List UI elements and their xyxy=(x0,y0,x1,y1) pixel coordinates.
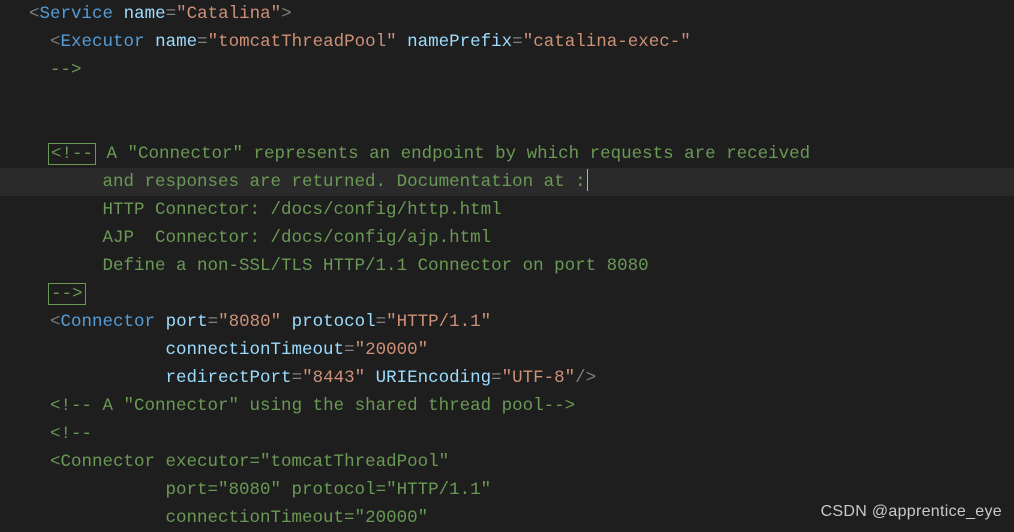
code-line[interactable]: connectionTimeout="20000" xyxy=(0,336,1014,364)
attr-value: "UTF-8" xyxy=(502,368,576,388)
comment-text: HTTP Connector: /docs/config/http.html xyxy=(103,200,502,220)
attr-protocol: protocol xyxy=(292,312,376,332)
comment-open: <!-- xyxy=(48,143,96,165)
comment-close: --> xyxy=(48,283,86,305)
comment-open: <!-- xyxy=(50,396,92,416)
comment-text: port="8080" protocol="HTTP/1.1" xyxy=(166,480,492,500)
code-line[interactable]: Define a non-SSL/TLS HTTP/1.1 Connector … xyxy=(0,252,1014,280)
code-line[interactable]: <!-- A "Connector" using the shared thre… xyxy=(0,392,1014,420)
attr-value: "HTTP/1.1" xyxy=(386,312,491,332)
tag-connector: Connector xyxy=(61,312,156,332)
comment-text: AJP Connector: /docs/config/ajp.html xyxy=(103,228,492,248)
comment-text: connectionTimeout="20000" xyxy=(166,508,429,528)
code-line[interactable]: --> xyxy=(0,56,1014,84)
code-line[interactable]: <Service name="Catalina"> xyxy=(0,0,1014,28)
comment-open: <!-- xyxy=(50,424,92,444)
comment-text: <Connector executor="tomcatThreadPool" xyxy=(50,452,449,472)
comment-close: --> xyxy=(50,60,82,80)
angle-bracket: > xyxy=(281,4,292,24)
attr-redirect-port: redirectPort xyxy=(166,368,292,388)
attr-value: "8080" xyxy=(218,312,281,332)
attr-value: "8443" xyxy=(302,368,365,388)
attr-value: "catalina-exec-" xyxy=(523,32,691,52)
tag-service: Service xyxy=(40,4,114,24)
code-editor[interactable]: <Service name="Catalina"> <Executor name… xyxy=(0,0,1014,532)
attr-name: name xyxy=(124,4,166,24)
code-line[interactable]: --> xyxy=(0,280,1014,308)
code-line[interactable]: HTTP Connector: /docs/config/http.html xyxy=(0,196,1014,224)
angle-bracket: < xyxy=(29,4,40,24)
attr-port: port xyxy=(166,312,208,332)
angle-bracket: < xyxy=(50,312,61,332)
code-line[interactable]: redirectPort="8443" URIEncoding="UTF-8"/… xyxy=(0,364,1014,392)
attr-value: "tomcatThreadPool" xyxy=(208,32,397,52)
attr-value: "Catalina" xyxy=(176,4,281,24)
code-line[interactable]: <!-- A "Connector" represents an endpoin… xyxy=(0,140,1014,168)
angle-bracket: < xyxy=(50,32,61,52)
attr-uriencoding: URIEncoding xyxy=(376,368,492,388)
code-line[interactable]: AJP Connector: /docs/config/ajp.html xyxy=(0,224,1014,252)
attr-value: "20000" xyxy=(355,340,429,360)
attr-name: name xyxy=(155,32,197,52)
text-cursor xyxy=(587,169,588,191)
comment-text: and responses are returned. Documentatio… xyxy=(103,172,586,192)
comment-text: A "Connector" using the shared thread po… xyxy=(92,396,544,416)
watermark: CSDN @apprentice_eye xyxy=(821,498,1002,526)
attr-connection-timeout: connectionTimeout xyxy=(166,340,345,360)
comment-text: Define a non-SSL/TLS HTTP/1.1 Connector … xyxy=(103,256,649,276)
code-line[interactable]: <!-- xyxy=(0,420,1014,448)
comment-text: A "Connector" represents an endpoint by … xyxy=(96,144,810,164)
code-line[interactable] xyxy=(0,112,1014,140)
self-close: /> xyxy=(575,368,596,388)
code-line[interactable]: <Connector executor="tomcatThreadPool" xyxy=(0,448,1014,476)
code-line[interactable] xyxy=(0,84,1014,112)
code-line[interactable]: <Connector port="8080" protocol="HTTP/1.… xyxy=(0,308,1014,336)
tag-executor: Executor xyxy=(61,32,145,52)
comment-close: --> xyxy=(544,396,576,416)
code-line[interactable]: <Executor name="tomcatThreadPool" namePr… xyxy=(0,28,1014,56)
code-line-current[interactable]: and responses are returned. Documentatio… xyxy=(0,168,1014,196)
attr-nameprefix: namePrefix xyxy=(407,32,512,52)
